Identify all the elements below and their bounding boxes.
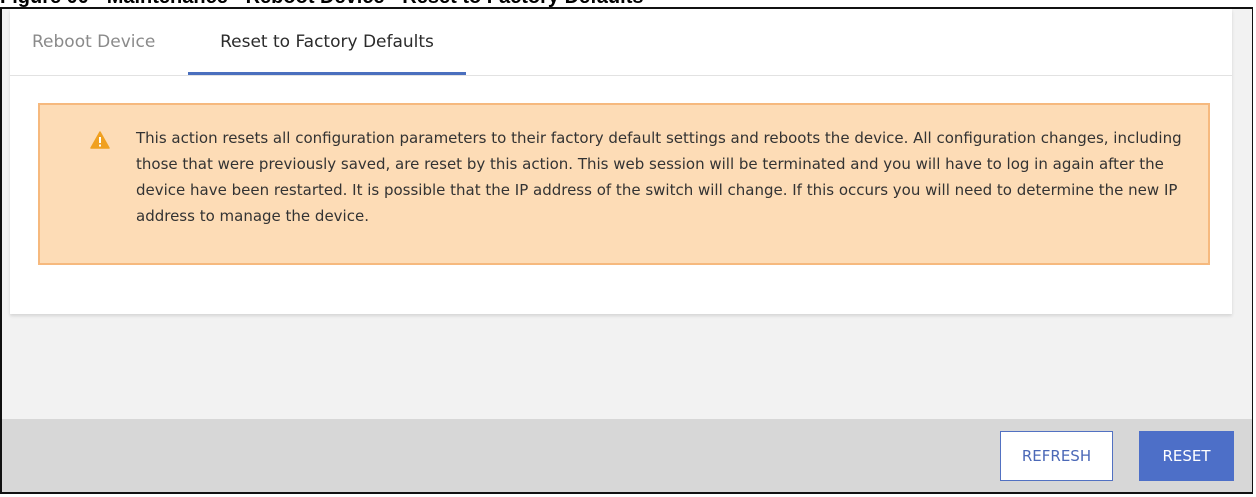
content-panel: Reboot Device Reset to Factory Defaults … <box>10 9 1232 314</box>
refresh-button[interactable]: REFRESH <box>1000 431 1113 481</box>
tab-reset-to-factory-defaults[interactable]: Reset to Factory Defaults <box>188 9 466 75</box>
action-footer: REFRESH RESET <box>2 419 1252 492</box>
tab-bar: Reboot Device Reset to Factory Defaults <box>10 9 1232 76</box>
tab-reboot-device[interactable]: Reboot Device <box>32 9 155 75</box>
warning-triangle-icon <box>90 131 110 149</box>
warning-message: This action resets all configuration par… <box>136 129 1182 225</box>
warning-alert: This action resets all configuration par… <box>38 103 1210 265</box>
app-frame: Reboot Device Reset to Factory Defaults … <box>0 7 1253 494</box>
reset-button[interactable]: RESET <box>1139 431 1234 481</box>
